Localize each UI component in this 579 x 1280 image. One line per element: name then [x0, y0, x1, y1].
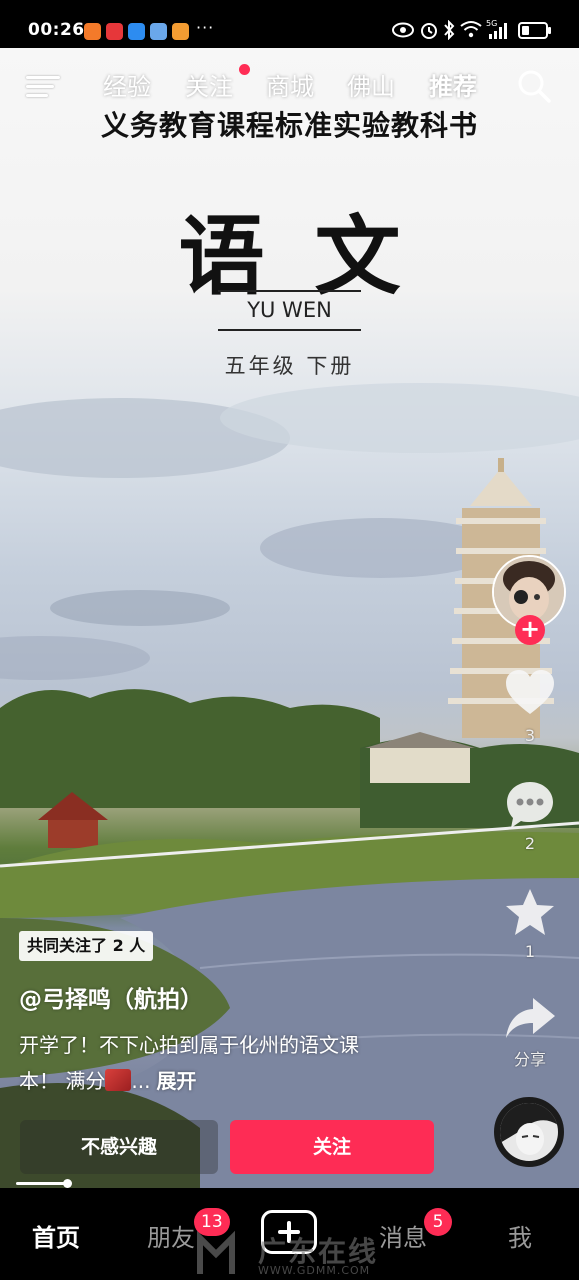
svg-text:5G: 5G: [486, 19, 497, 28]
tab-experience[interactable]: 经验: [103, 67, 151, 102]
signal-icon: 5G: [486, 19, 507, 39]
alarm-icon: [421, 23, 437, 39]
eye-icon: [392, 22, 414, 38]
tab-following[interactable]: 关注: [185, 67, 233, 102]
book-grade: 五年级 下册: [224, 354, 355, 378]
not-interested-button[interactable]: 不感兴趣: [20, 1120, 218, 1174]
title-divider: [218, 329, 361, 331]
tab-mall[interactable]: 商城: [266, 67, 314, 102]
mutual-follow-chip[interactable]: 共同关注了 2 人: [19, 931, 154, 961]
book-subject-title: 语文: [178, 206, 451, 307]
top-nav: 经验 关注 商城 佛山 推荐: [0, 52, 579, 112]
share-arrow-icon[interactable]: [503, 992, 557, 1046]
title-divider: [218, 290, 361, 292]
status-time: 00:26: [28, 20, 85, 40]
post-caption[interactable]: 开学了！不下心拍到属于化州的语文课 本！ 满分... 展开: [19, 1027, 449, 1099]
like-heart-icon[interactable]: [503, 666, 557, 720]
video-player[interactable]: 义务教育课程标准实验教科书 语文 YU WEN 五年级 下册: [0, 48, 579, 1188]
bluetooth-icon: [444, 20, 455, 40]
share-label: 分享: [513, 1050, 546, 1069]
following-dot-badge: [239, 64, 250, 75]
site-watermark-logo: [197, 1230, 235, 1274]
playback-progress-knob[interactable]: [63, 1179, 72, 1188]
like-count: 3: [524, 726, 536, 745]
nav-me[interactable]: 我: [508, 1218, 532, 1253]
caption-text: 本！ 满分: [19, 1069, 106, 1093]
favorite-count: 1: [524, 942, 536, 961]
comment-count: 2: [524, 834, 536, 853]
emoji-icon: [105, 1069, 132, 1091]
caption-line: 开学了！不下心拍到属于化州的语文课: [19, 1033, 359, 1057]
follow-button[interactable]: 关注: [230, 1120, 434, 1174]
comment-icon[interactable]: [503, 778, 557, 832]
nav-messages[interactable]: 消息: [379, 1218, 427, 1253]
playback-progress-bar[interactable]: [16, 1182, 70, 1185]
nav-friends[interactable]: 朋友: [147, 1218, 195, 1253]
watermark-url: WWW.GDMM.COM: [258, 1264, 371, 1277]
status-bar: 00:26 ··· 5G: [0, 0, 579, 48]
follow-author-plus-button[interactable]: +: [515, 615, 545, 645]
notification-app-icon: [172, 23, 189, 40]
notification-app-icon: [150, 23, 167, 40]
caption-ellipsis: ...: [131, 1069, 151, 1093]
wifi-icon: [460, 21, 482, 38]
music-disc-icon[interactable]: [494, 1097, 564, 1167]
search-icon[interactable]: [516, 68, 552, 104]
author-name[interactable]: @弓择鸣（航拍）: [19, 980, 203, 1014]
menu-icon[interactable]: [26, 72, 60, 100]
music-cover-image: [500, 1103, 558, 1161]
tab-recommend[interactable]: 推荐: [429, 67, 477, 102]
nav-home[interactable]: 首页: [32, 1218, 80, 1253]
expand-link[interactable]: 展开: [156, 1069, 196, 1093]
caption-line-2: 本！ 满分... 展开: [19, 1063, 449, 1099]
notification-app-icon: [84, 23, 101, 40]
favorite-star-icon[interactable]: [503, 886, 557, 940]
battery-icon: [518, 22, 551, 39]
messages-badge: 5: [424, 1208, 452, 1236]
book-pinyin: YU WEN: [247, 298, 332, 322]
tab-local-foshan[interactable]: 佛山: [347, 67, 395, 102]
notification-app-icon: [106, 23, 123, 40]
more-notifications-icon: ···: [196, 18, 215, 37]
notification-app-icon: [128, 23, 145, 40]
